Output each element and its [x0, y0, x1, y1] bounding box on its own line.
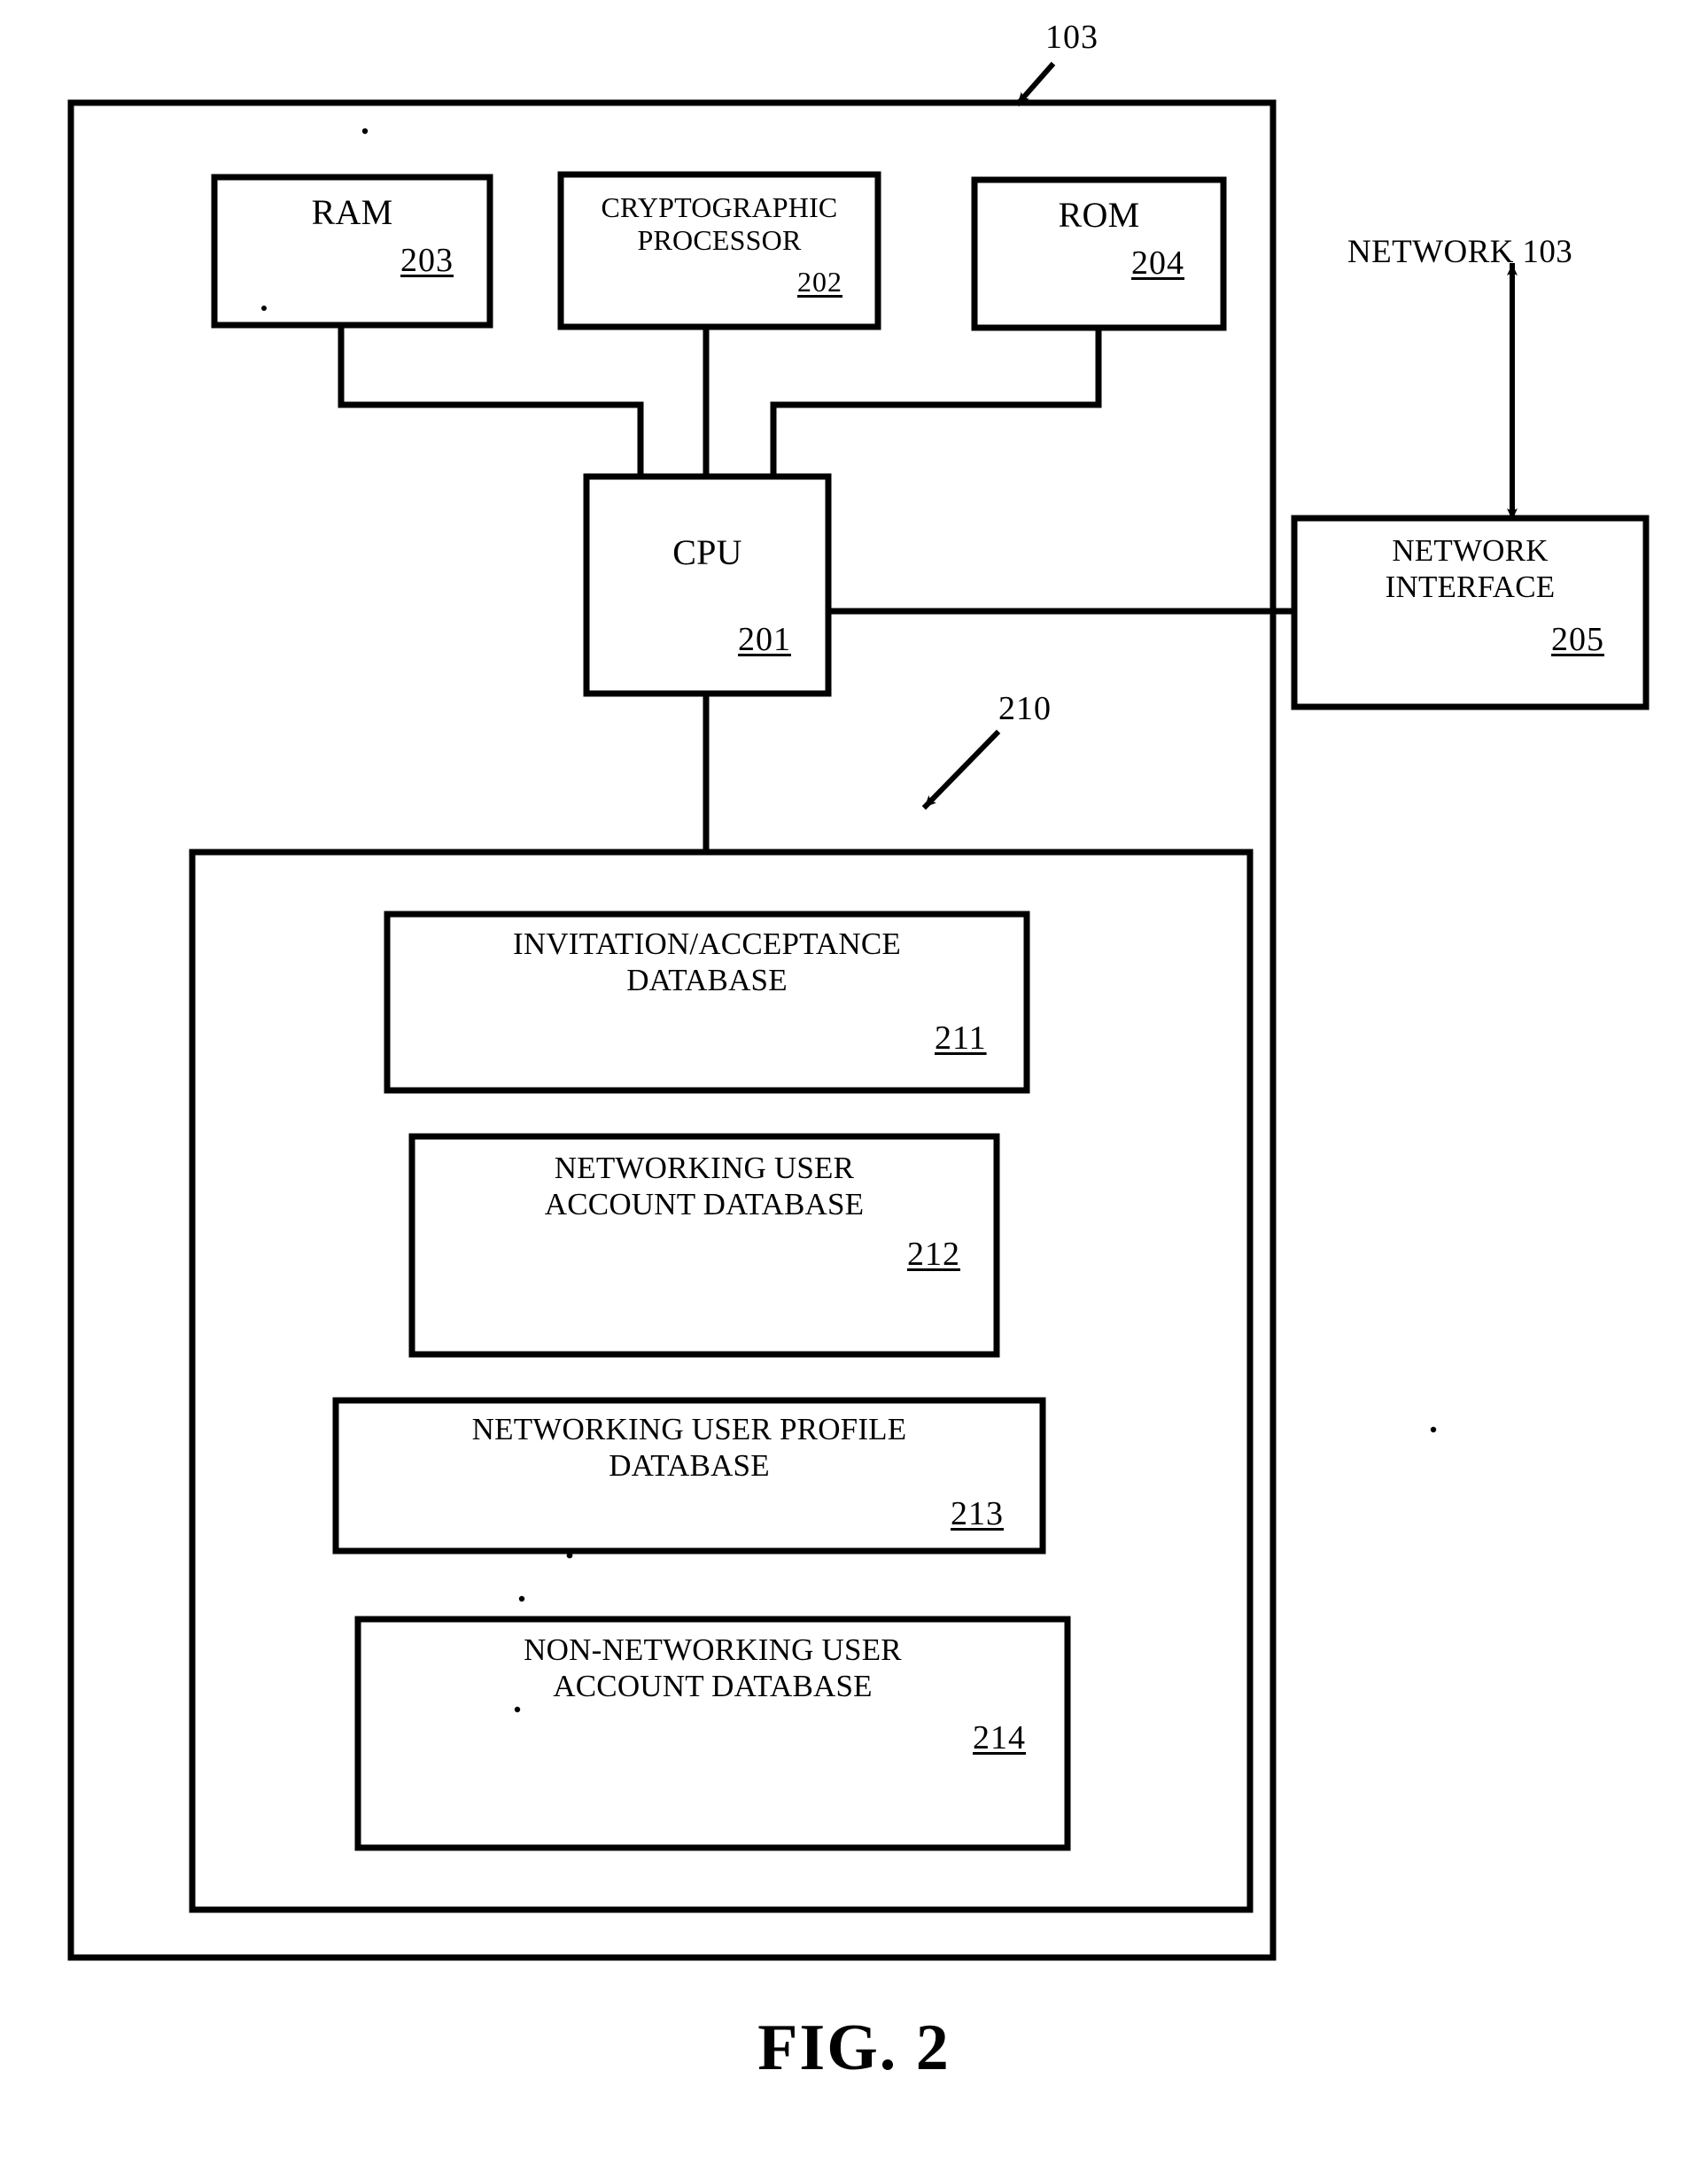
db-214-ref-number: 214: [973, 1719, 1026, 1756]
crypto-title: CRYPTOGRAPHIC PROCESSOR: [601, 191, 838, 257]
crypto-ref-number: 202: [797, 266, 842, 298]
rom-cpu-connector: [770, 324, 1102, 480]
cpu-box: [583, 473, 832, 697]
callout-number-103: 103: [1045, 19, 1099, 56]
memory-enclosure-210: [189, 849, 1254, 1913]
db-214-title: NON-NETWORKING USER ACCOUNT DATABASE: [524, 1632, 902, 1703]
network-interface-ref-number: 205: [1551, 621, 1604, 658]
db-212-ref-number: 212: [907, 1236, 960, 1273]
cpu-title: CPU: [672, 532, 742, 572]
cpu-ref-number: 201: [738, 621, 791, 658]
ram-title: RAM: [311, 192, 393, 232]
db-213-title: NETWORKING USER PROFILE DATABASE: [471, 1412, 907, 1483]
callout-210-leader: [921, 729, 1001, 810]
figure-caption: FIG. 2: [757, 2012, 951, 2084]
db-211-ref-number: 211: [935, 1020, 987, 1057]
rom-title: ROM: [1058, 195, 1140, 235]
db-211-title: INVITATION/ACCEPTANCE DATABASE: [512, 927, 901, 997]
db-213-ref-number: 213: [951, 1495, 1004, 1532]
ram-cpu-connector: [338, 322, 644, 480]
network-interface-title: NETWORK INTERFACE: [1385, 533, 1556, 604]
db-212-title: NETWORKING USER ACCOUNT DATABASE: [544, 1151, 865, 1221]
figure-line-art: [67, 61, 1650, 1961]
network-label: NETWORK 103: [1347, 234, 1573, 270]
rom-ref-number: 204: [1131, 244, 1184, 282]
ram-ref-number: 203: [400, 242, 454, 279]
patent-figure-2: 103 NETWORK 103 RAM 203 CRYPTOGRAPHIC PR…: [0, 0, 1708, 2171]
callout-number-210: 210: [998, 690, 1052, 727]
callout-103-leader: [1014, 61, 1056, 107]
